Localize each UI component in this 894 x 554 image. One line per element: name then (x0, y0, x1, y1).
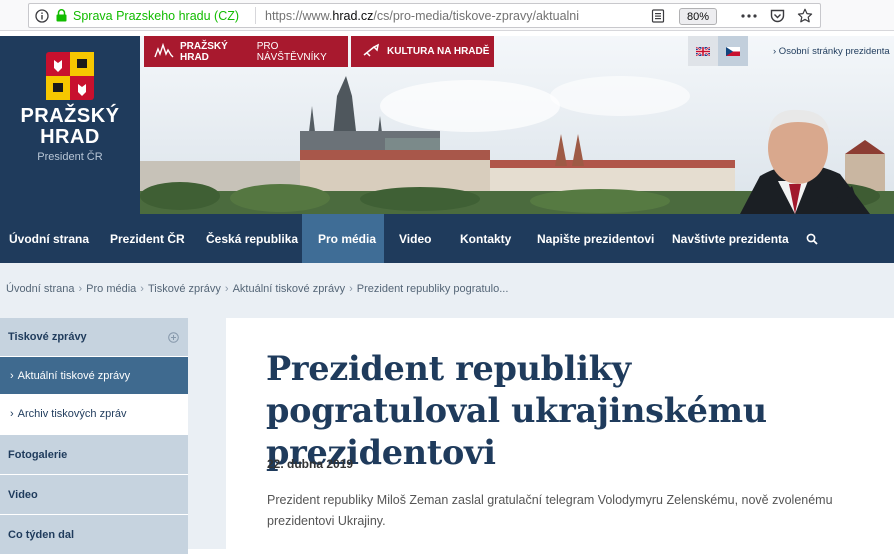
chevron-right-icon: › (10, 408, 14, 420)
breadcrumb-current: Prezident republiky pogratulo... (356, 283, 509, 295)
breadcrumb-separator: › (224, 283, 229, 295)
tab-culture-label: KULTURA NA HRADĚ (387, 46, 490, 57)
sidebar-item-archiv[interactable]: › Archiv tiskových zpráv (0, 395, 188, 433)
nav-item-uvodni-strana[interactable]: Úvodní strana (0, 214, 98, 263)
sidebar-item-aktualni-tiskove-zpravy[interactable]: › Aktuální tiskové zprávy (0, 357, 188, 394)
url-text[interactable]: https://www.hrad.cz/cs/pro-media/tiskove… (265, 9, 615, 23)
logo-line-2: HRAD (40, 126, 100, 148)
site-header: PRAŽSKÝ HRAD President ČR PRAŽSKÝ HRAD PR… (0, 36, 894, 214)
article-title: Prezident republiky pogratuloval ukrajin… (266, 349, 767, 472)
lang-cz-button[interactable] (718, 36, 748, 66)
tab-visitors-rest: PRO NÁVŠTĚVNÍKY (256, 40, 327, 63)
expand-icon[interactable] (168, 332, 179, 343)
sidebar-item-label: Archiv tiskových zpráv (17, 408, 127, 420)
sidebar-item-label: Video (8, 488, 38, 501)
main-navigation: Úvodní strana Prezident ČR Česká republi… (0, 214, 894, 263)
nav-item-kontakty[interactable]: Kontakty (451, 214, 520, 263)
article-date: 22. dubna 2019 (267, 457, 354, 471)
url-bar[interactable]: Sprava Prazskeho hradu (CZ) https://www.… (28, 3, 821, 28)
logo-subtitle: President ČR (37, 151, 103, 163)
tab-visitors[interactable]: PRAŽSKÝ HRAD PRO NÁVŠTĚVNÍKY (144, 36, 348, 67)
more-icon[interactable] (739, 4, 759, 27)
info-icon[interactable] (34, 4, 50, 27)
nav-item-pro-media[interactable]: Pro média (302, 214, 384, 263)
url-prefix: https://www. (265, 9, 333, 23)
pocket-icon[interactable] (767, 4, 787, 27)
sidebar-section-label: Tiskové zprávy (8, 331, 87, 343)
uk-flag-icon (696, 46, 710, 56)
browser-toolbar: Sprava Prazskeho hradu (CZ) https://www.… (0, 0, 894, 31)
cz-flag-icon (726, 46, 740, 56)
sidebar-item-co-tyden-dal[interactable]: Co týden dal (0, 515, 188, 554)
search-icon[interactable] (800, 214, 824, 263)
site-identity[interactable]: Sprava Prazskeho hradu (CZ) (73, 9, 239, 23)
tab-culture[interactable]: KULTURA NA HRADĚ (351, 36, 494, 67)
reader-view-icon[interactable] (649, 4, 667, 27)
castle-skyline-icon (154, 43, 174, 58)
nav-item-navstivte-prezidenta[interactable]: Navštivte prezidenta (663, 214, 798, 263)
nav-item-ceska-republika[interactable]: Česká republika (197, 214, 307, 263)
coat-of-arms-icon (46, 52, 94, 100)
site-logo[interactable]: PRAŽSKÝ HRAD President ČR (0, 36, 140, 214)
breadcrumb-item[interactable]: Tiskové zprávy (148, 283, 221, 295)
zoom-level-badge[interactable]: 80% (679, 8, 717, 25)
sidebar-section-tiskove-zpravy[interactable]: Tiskové zprávy (0, 318, 188, 356)
nav-item-prezident[interactable]: Prezident ČR (101, 214, 194, 263)
personal-pages-link[interactable]: › Osobní stránky prezidenta (773, 46, 890, 57)
breadcrumb: Úvodní strana › Pro média › Tiskové zprávy › A… (0, 263, 894, 318)
sidebar-item-label: Co týden dal (8, 528, 75, 541)
article: Prezident republiky pogratuloval ukrajin… (226, 318, 894, 549)
url-path: /cs/pro-media/tiskove-zpravy/aktualni (373, 9, 580, 23)
logo-line-1: PRAŽSKÝ (20, 105, 120, 127)
breadcrumb-item[interactable]: Pro média (86, 283, 136, 295)
bookmark-star-icon[interactable] (795, 4, 815, 27)
sidebar-item-label: Aktuální tiskové zprávy (17, 369, 131, 382)
sidebar-item-video[interactable]: Video (0, 475, 188, 514)
logo-title: PRAŽSKÝ HRAD (20, 106, 119, 148)
trumpet-icon (363, 43, 380, 57)
url-separator (255, 7, 256, 24)
breadcrumb-item[interactable]: Úvodní strana (6, 283, 74, 295)
sidebar: Tiskové zprávy › Aktuální tiskové zprávy … (0, 318, 188, 554)
breadcrumb-item[interactable]: Aktuální tiskové zprávy (233, 283, 346, 295)
article-lead: Prezident republiky Miloš Zeman zaslal g… (267, 493, 833, 528)
url-domain: hrad.cz (332, 9, 374, 23)
nav-item-napiste-prezidentovi[interactable]: Napište prezidentovi (528, 214, 663, 263)
lock-icon (54, 4, 68, 27)
breadcrumb-separator: › (349, 283, 353, 295)
chevron-right-icon: › (10, 369, 14, 382)
nav-item-video[interactable]: Video (390, 214, 440, 263)
lang-en-button[interactable] (688, 36, 718, 66)
tab-visitors-bold: PRAŽSKÝ HRAD (180, 40, 228, 63)
sidebar-item-label: Fotogalerie (8, 448, 68, 461)
breadcrumb-separator: › (78, 283, 83, 295)
breadcrumb-separator: › (140, 283, 144, 295)
sidebar-item-fotogalerie[interactable]: Fotogalerie (0, 435, 188, 474)
